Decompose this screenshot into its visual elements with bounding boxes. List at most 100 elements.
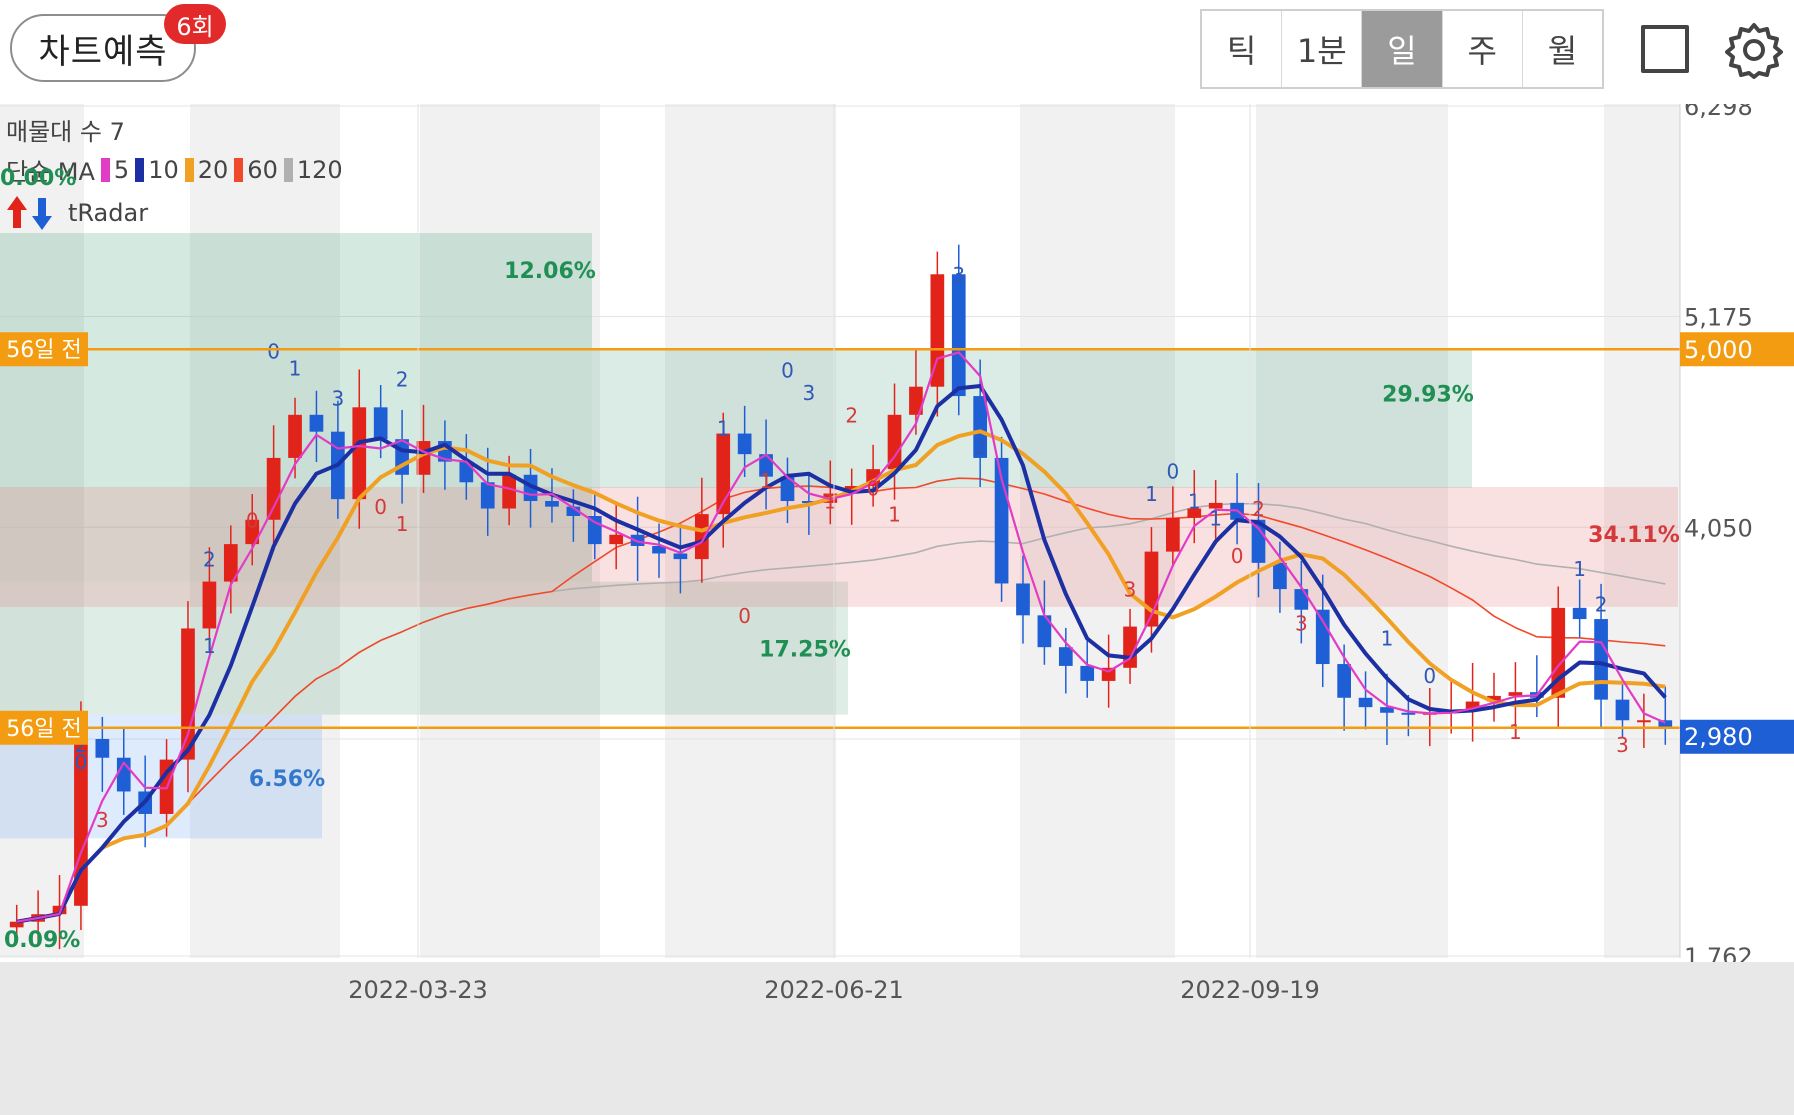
volume-profile-legend: 매물대 수 7 <box>6 118 125 146</box>
signal-label: 0 <box>1231 544 1244 568</box>
period-tabs: 틱 1분 일 주 월 <box>1200 9 1604 89</box>
ma20-label: 20 <box>197 155 229 184</box>
ma20-swatch <box>184 157 194 182</box>
candle-body <box>1594 619 1608 700</box>
range-box-label-2: 17.25% <box>759 638 851 663</box>
candle-body <box>288 414 302 458</box>
range-box-label-1: 29.93% <box>1382 383 1474 408</box>
top-toolbar: 차트예측 6회 틱 1분 일 주 월 <box>0 0 1794 106</box>
y-tick-label-0: 6,298 <box>1684 104 1753 121</box>
signal-label: 3 <box>803 381 816 405</box>
candle-body <box>352 407 367 500</box>
signal-label: 1 <box>203 634 216 658</box>
candle-body <box>1273 562 1287 590</box>
candle-body <box>373 407 388 440</box>
x-tick-label-2: 2022-09-19 <box>1180 976 1319 1004</box>
range-box-label-3: 34.11% <box>1588 523 1680 548</box>
signal-label: 3 <box>1616 733 1629 757</box>
signal-label: 2 <box>1595 593 1608 617</box>
ma60-swatch <box>234 157 244 182</box>
candle-body <box>266 457 281 520</box>
signal-label: 1 <box>1188 490 1201 514</box>
candle-body <box>1615 699 1630 721</box>
ma120-label: 120 <box>296 155 343 184</box>
ma10-swatch <box>135 157 145 182</box>
signal-label: 1 <box>888 503 901 527</box>
signal-label: 1 <box>396 512 409 536</box>
candle-body <box>545 501 559 507</box>
signal-label: 1 <box>1209 506 1222 530</box>
candle-body <box>1016 583 1030 616</box>
signal-label: 0 <box>781 358 794 382</box>
candle-body <box>1166 517 1180 552</box>
candle-body <box>609 534 624 545</box>
price-line-label-1: 56일 전 <box>6 717 81 742</box>
tab-tick[interactable]: 틱 <box>1202 11 1283 87</box>
candle-body <box>1294 589 1309 610</box>
candle-body <box>1401 712 1416 715</box>
candle-body <box>1058 647 1073 666</box>
ma5-swatch <box>100 157 110 182</box>
signal-label: 2 <box>845 403 858 427</box>
signal-label: 1 <box>1381 626 1394 650</box>
signal-label: 1 <box>1145 482 1158 506</box>
tab-1min[interactable]: 1분 <box>1282 11 1363 87</box>
signal-label: 0 <box>267 340 280 364</box>
signal-label: 0 <box>1166 460 1179 484</box>
candle-body <box>1315 609 1330 665</box>
tradar-label: tRadar <box>68 199 149 227</box>
tradar-legend: tRadar <box>6 194 148 232</box>
signal-label: 2 <box>203 548 216 572</box>
range-box-label-0: 12.06% <box>504 259 596 284</box>
candle-body <box>202 581 217 629</box>
candle-body <box>1637 720 1651 723</box>
tradar-arrows-icon <box>7 196 52 230</box>
candle-body <box>309 414 324 432</box>
signal-label: 1 <box>824 490 837 514</box>
candle-body <box>1080 665 1095 681</box>
signal-label: 1 <box>760 469 773 493</box>
signal-label: 0 <box>738 604 751 628</box>
signal-label: 0 <box>867 476 880 500</box>
corner-percent-top: 0.00% <box>0 166 77 191</box>
candle-body <box>951 274 966 397</box>
signal-label: 3 <box>96 808 109 832</box>
signal-label: 3 <box>952 263 965 287</box>
ma60-label: 60 <box>247 155 278 184</box>
x-tick-label-0: 2022-03-23 <box>348 976 487 1004</box>
chart-predict-label: 차트예측 <box>38 31 168 72</box>
price-line-label-0: 56일 전 <box>6 338 81 363</box>
chart-canvas[interactable]: 12.06%29.93%17.25%34.11%6.56%20321001301… <box>0 104 1794 1115</box>
ma5-label: 5 <box>113 155 130 184</box>
tab-month[interactable]: 월 <box>1523 11 1602 87</box>
candle-body <box>737 433 752 455</box>
candle-body <box>1337 664 1351 698</box>
signal-label: 1 <box>717 416 730 440</box>
candle-body <box>673 553 688 560</box>
signal-label: 0 <box>246 508 259 532</box>
candle-body <box>1572 607 1587 620</box>
tab-day[interactable]: 일 <box>1362 11 1443 87</box>
ma10-label: 10 <box>148 155 179 184</box>
signal-label: 0 <box>374 495 387 519</box>
signal-label: 1 <box>289 356 302 380</box>
candlestick-chart[interactable]: 12.06% 29.93% 17.25% 34.11% 6.56% 2 0 3 2 1 0 0 1 3 0 1… <box>0 104 1794 1115</box>
signal-label: 1 <box>1509 720 1522 744</box>
settings-icon[interactable] <box>1725 21 1783 79</box>
signal-label: 2 <box>1252 497 1265 521</box>
signal-label: 3 <box>1124 578 1137 602</box>
candle-body <box>1358 697 1373 708</box>
x-tick-label-1: 2022-06-21 <box>764 976 903 1004</box>
tab-week[interactable]: 주 <box>1443 11 1523 87</box>
signal-label: 3 <box>331 386 344 410</box>
signal-label: 3 <box>1295 611 1308 635</box>
fullscreen-icon[interactable] <box>1641 25 1689 73</box>
signal-label: 0 <box>1423 664 1436 688</box>
y-tick-label-2: 4,050 <box>1684 514 1753 542</box>
signal-label: 2 <box>396 368 409 392</box>
candle-body <box>502 474 516 509</box>
ma120-swatch <box>283 157 293 182</box>
signal-label: 1 <box>1573 557 1586 581</box>
range-box-label-4: 6.56% <box>249 767 325 792</box>
signal-label: 2 <box>974 435 987 459</box>
